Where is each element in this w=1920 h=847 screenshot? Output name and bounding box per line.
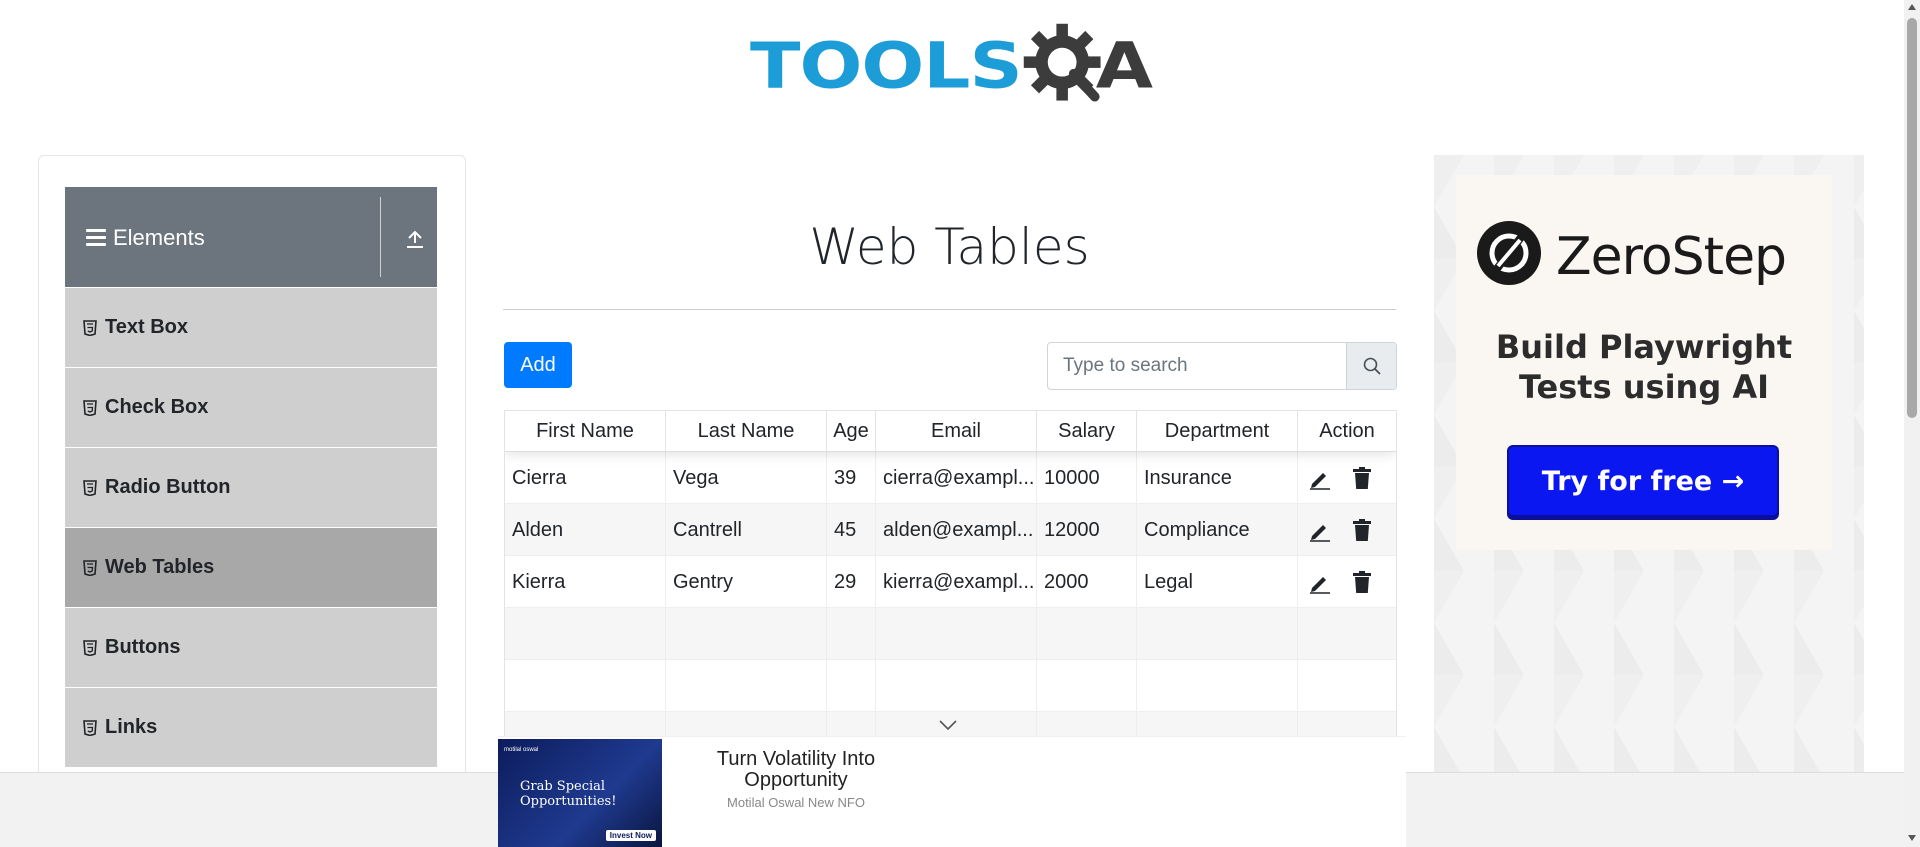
column-header[interactable]: Email bbox=[876, 411, 1037, 451]
title-divider bbox=[503, 309, 1396, 310]
action-cell bbox=[1298, 556, 1396, 607]
delete-trash-icon[interactable] bbox=[1350, 569, 1374, 595]
column-header[interactable]: First Name bbox=[505, 411, 666, 451]
column-header[interactable]: Age bbox=[827, 411, 876, 451]
html5-icon bbox=[83, 719, 97, 736]
table-row: Kierra Gentry 29 kierra@exampl... 2000 L… bbox=[505, 556, 1396, 608]
sidebar-item-label: Buttons bbox=[105, 636, 181, 658]
table-cell: Compliance bbox=[1137, 504, 1298, 555]
table-row: Cierra Vega 39 cierra@exampl... 10000 In… bbox=[505, 452, 1396, 504]
table-header: First Name Last Name Age Email Salary De… bbox=[505, 411, 1396, 452]
search-input[interactable] bbox=[1048, 343, 1346, 389]
hamburger-icon bbox=[86, 229, 106, 247]
sidebar-item-label: Web Tables bbox=[105, 556, 215, 578]
try-for-free-button[interactable]: Try for free → bbox=[1507, 445, 1779, 517]
scroll-thumb[interactable] bbox=[1907, 18, 1917, 418]
table-body: Cierra Vega 39 cierra@exampl... 10000 In… bbox=[505, 452, 1396, 739]
bottom-ad[interactable]: motilal oswal Grab Special Opportunities… bbox=[498, 736, 1406, 847]
sidebar-item-text-box[interactable]: Text Box bbox=[65, 288, 437, 368]
sidebar-item-radio-button[interactable]: Radio Button bbox=[65, 448, 437, 528]
action-cell bbox=[1298, 504, 1396, 555]
html5-icon bbox=[83, 639, 97, 656]
ad-headline[interactable]: Turn Volatility Into Opportunity bbox=[676, 749, 916, 791]
header-divider bbox=[380, 197, 381, 277]
table-cell: Cantrell bbox=[666, 504, 827, 555]
table-cell: 2000 bbox=[1037, 556, 1137, 607]
ad-image-brand: motilal oswal bbox=[504, 747, 539, 753]
delete-trash-icon[interactable] bbox=[1350, 465, 1374, 491]
column-header: Action bbox=[1319, 420, 1375, 442]
tagline-line1: Build Playwright bbox=[1495, 328, 1793, 366]
table-cell: 10000 bbox=[1037, 452, 1137, 503]
toolsqa-logo[interactable]: TOOLS A bbox=[750, 18, 1153, 114]
sidebar-item-label: Links bbox=[105, 716, 158, 738]
scroll-down-arrow-icon[interactable] bbox=[1908, 835, 1916, 841]
web-table: First Name Last Name Age Email Salary De… bbox=[504, 410, 1397, 740]
right-ad-panel: ZeroStep Build Playwright Tests using AI… bbox=[1434, 155, 1864, 847]
edit-pencil-icon[interactable] bbox=[1308, 465, 1332, 491]
sidebar-item-buttons[interactable]: Buttons bbox=[65, 608, 437, 688]
sidebar-item-web-tables[interactable]: Web Tables bbox=[65, 528, 437, 608]
ad-image-cta: Invest Now bbox=[605, 830, 656, 841]
table-cell: 45 bbox=[827, 504, 876, 555]
elements-menu-list: Text Box Check Box Radio Button Web Tabl… bbox=[65, 288, 437, 768]
zerostep-tagline: Build Playwright Tests using AI bbox=[1456, 327, 1832, 407]
ad-image[interactable]: motilal oswal Grab Special Opportunities… bbox=[498, 739, 662, 847]
html5-icon bbox=[83, 479, 97, 496]
table-cell: cierra@exampl... bbox=[876, 452, 1037, 503]
table-cell: alden@exampl... bbox=[876, 504, 1037, 555]
sidebar-item-links[interactable]: Links bbox=[65, 688, 437, 768]
table-row: Alden Cantrell 45 alden@exampl... 12000 … bbox=[505, 504, 1396, 556]
ad-image-text: Grab Special Opportunities! bbox=[520, 779, 617, 809]
logo-text-tools: TOOLS bbox=[750, 29, 1023, 103]
edit-pencil-icon[interactable] bbox=[1308, 569, 1332, 595]
logo-text-a: A bbox=[1095, 29, 1154, 103]
html5-icon bbox=[83, 319, 97, 336]
sidebar-item-check-box[interactable]: Check Box bbox=[65, 368, 437, 448]
add-button[interactable]: Add bbox=[504, 342, 572, 388]
table-row-empty bbox=[505, 608, 1396, 660]
table-cell: Insurance bbox=[1137, 452, 1298, 503]
zerostep-brand: ZeroStep bbox=[1556, 227, 1787, 287]
page-title: Web Tables bbox=[809, 218, 1090, 276]
elements-group-header[interactable]: Elements bbox=[65, 187, 437, 287]
table-cell: Alden bbox=[505, 504, 666, 555]
tagline-line2: Tests using AI bbox=[1518, 368, 1770, 406]
column-header[interactable]: Department bbox=[1137, 411, 1298, 451]
zerostep-logo-icon bbox=[1477, 221, 1541, 285]
page-scrollbar[interactable] bbox=[1904, 0, 1920, 847]
upload-arrow-icon[interactable] bbox=[406, 229, 424, 249]
action-cell bbox=[1298, 452, 1396, 503]
left-sidebar: Elements Text Box Check Box Radio Button… bbox=[38, 155, 466, 847]
column-header[interactable]: Salary bbox=[1037, 411, 1137, 451]
search-box bbox=[1047, 342, 1397, 390]
table-cell: 12000 bbox=[1037, 504, 1137, 555]
table-cell: 39 bbox=[827, 452, 876, 503]
sidebar-item-label: Check Box bbox=[105, 396, 209, 418]
table-cell: Gentry bbox=[666, 556, 827, 607]
scroll-up-arrow-icon[interactable] bbox=[1908, 4, 1916, 10]
chevron-down-icon[interactable] bbox=[938, 719, 958, 731]
html5-icon bbox=[83, 399, 97, 416]
zerostep-ad[interactable]: ZeroStep Build Playwright Tests using AI… bbox=[1456, 175, 1832, 550]
column-header[interactable]: Last Name bbox=[666, 411, 827, 451]
table-cell: Vega bbox=[666, 452, 827, 503]
sidebar-item-label: Text Box bbox=[105, 316, 188, 338]
table-cell: Cierra bbox=[505, 452, 666, 503]
table-cell: 29 bbox=[827, 556, 876, 607]
table-row-empty bbox=[505, 660, 1396, 712]
sidebar-item-label: Radio Button bbox=[105, 476, 231, 498]
table-cell: Kierra bbox=[505, 556, 666, 607]
search-icon bbox=[1363, 357, 1381, 375]
html5-icon bbox=[83, 559, 97, 576]
edit-pencil-icon[interactable] bbox=[1308, 517, 1332, 543]
group-title: Elements bbox=[113, 225, 205, 250]
search-button[interactable] bbox=[1346, 343, 1396, 389]
table-cell: kierra@exampl... bbox=[876, 556, 1037, 607]
ad-advertiser: Motilal Oswal New NFO bbox=[727, 795, 865, 810]
table-cell: Legal bbox=[1137, 556, 1298, 607]
delete-trash-icon[interactable] bbox=[1350, 517, 1374, 543]
